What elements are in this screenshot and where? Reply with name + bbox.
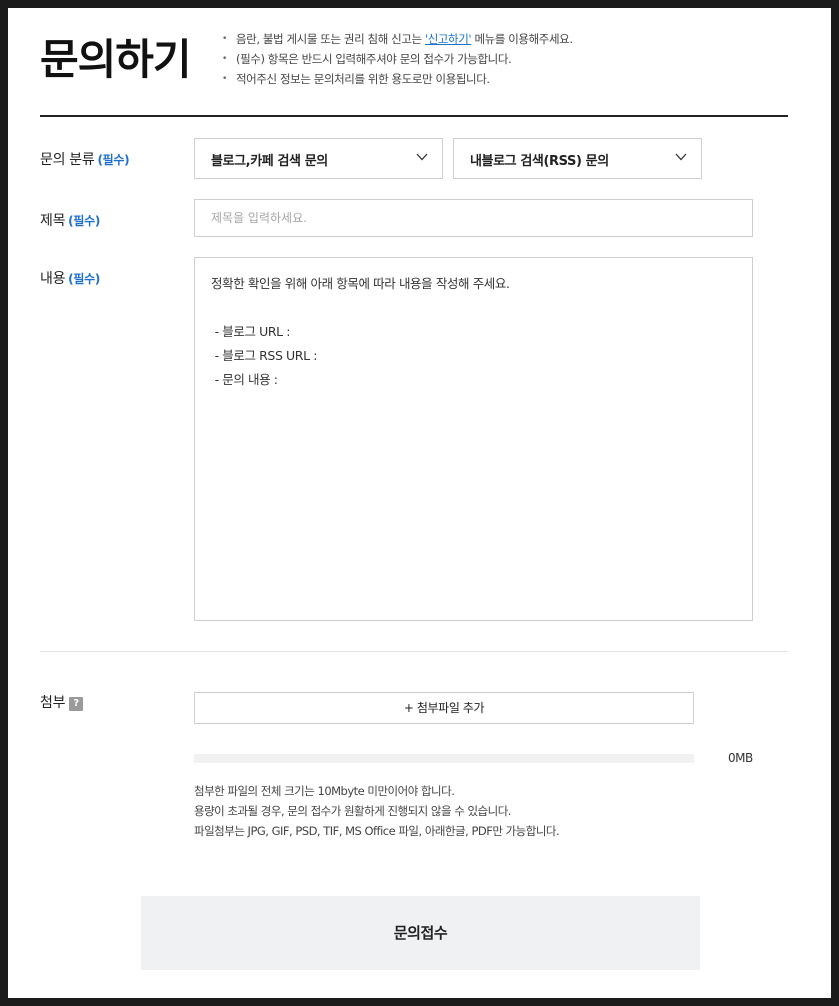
category-primary-value: 블로그,카페 검색 문의 xyxy=(211,154,328,169)
content-line: - 블로그 URL : xyxy=(211,324,291,339)
notice-item: 음란, 불법 게시물 또는 권리 침해 신고는 '신고하기' 메뉴를 이용해주세… xyxy=(222,29,573,49)
notice-text: (필수) 항목은 반드시 입력해주셔야 문의 접수가 가능합니다. xyxy=(236,52,512,66)
attachment-label-text: 첨부 xyxy=(40,695,66,711)
notice-item: (필수) 항목은 반드시 입력해주셔야 문의 접수가 가능합니다. xyxy=(222,49,573,69)
attachment-info-line: 첨부한 파일의 전체 크기는 10Mbyte 미만이어야 합니다. xyxy=(194,784,455,798)
subject-label-text: 제목 xyxy=(40,213,66,229)
submit-button[interactable]: 문의접수 xyxy=(141,896,700,970)
category-secondary-select[interactable]: 내블로그 검색(RSS) 문의 xyxy=(453,138,702,179)
notice-text: 음란, 불법 게시물 또는 권리 침해 신고는 xyxy=(236,32,425,46)
attachment-size: 0MB xyxy=(728,751,753,765)
attachment-info: 첨부한 파일의 전체 크기는 10Mbyte 미만이어야 합니다. 용량이 초과… xyxy=(194,781,560,841)
notice-text: 메뉴를 이용해주세요. xyxy=(471,32,573,46)
notice-list: 음란, 불법 게시물 또는 권리 침해 신고는 '신고하기' 메뉴를 이용해주세… xyxy=(222,29,573,89)
attachment-size-bar xyxy=(194,754,694,763)
question-mark-icon[interactable]: ? xyxy=(69,697,84,711)
required-tag: (필수) xyxy=(97,153,130,167)
category-secondary-value: 내블로그 검색(RSS) 문의 xyxy=(470,154,609,169)
chevron-down-icon xyxy=(416,153,428,161)
notice-text: 적어주신 정보는 문의처리를 위한 용도로만 이용됩니다. xyxy=(236,72,490,86)
section-divider xyxy=(40,651,788,652)
category-label: 문의 분류 (필수) xyxy=(40,149,130,169)
category-label-text: 문의 분류 xyxy=(40,152,95,168)
content-line: - 블로그 RSS URL : xyxy=(211,348,318,363)
required-tag: (필수) xyxy=(68,214,101,228)
attachment-info-line: 파일첨부는 JPG, GIF, PSD, TIF, MS Office 파일, … xyxy=(194,824,560,838)
content-line xyxy=(211,296,736,320)
chevron-down-icon xyxy=(675,153,687,161)
content-label-text: 내용 xyxy=(40,271,66,287)
attachment-info-line: 용량이 초과될 경우, 문의 접수가 원활하게 진행되지 않을 수 있습니다. xyxy=(194,804,511,818)
add-attachment-button[interactable]: + 첨부파일 추가 xyxy=(194,692,694,724)
required-tag: (필수) xyxy=(68,272,101,286)
page-title: 문의하기 xyxy=(40,35,192,84)
category-primary-select[interactable]: 블로그,카페 검색 문의 xyxy=(194,138,443,179)
content-textarea[interactable]: 정확한 확인을 위해 아래 항목에 따라 내용을 작성해 주세요. - 블로그 … xyxy=(194,257,753,621)
content-line: - 문의 내용 : xyxy=(211,372,278,387)
content-label: 내용 (필수) xyxy=(40,268,100,288)
inquiry-page: 문의하기 음란, 불법 게시물 또는 권리 침해 신고는 '신고하기' 메뉴를 … xyxy=(8,8,831,998)
subject-label: 제목 (필수) xyxy=(40,210,100,230)
header-divider xyxy=(40,115,788,117)
notice-item: 적어주신 정보는 문의처리를 위한 용도로만 이용됩니다. xyxy=(222,69,573,89)
attachment-label: 첨부? xyxy=(40,692,84,712)
report-link[interactable]: '신고하기' xyxy=(425,32,472,46)
content-line: 정확한 확인을 위해 아래 항목에 따라 내용을 작성해 주세요. xyxy=(211,276,510,291)
subject-input[interactable] xyxy=(194,199,753,237)
